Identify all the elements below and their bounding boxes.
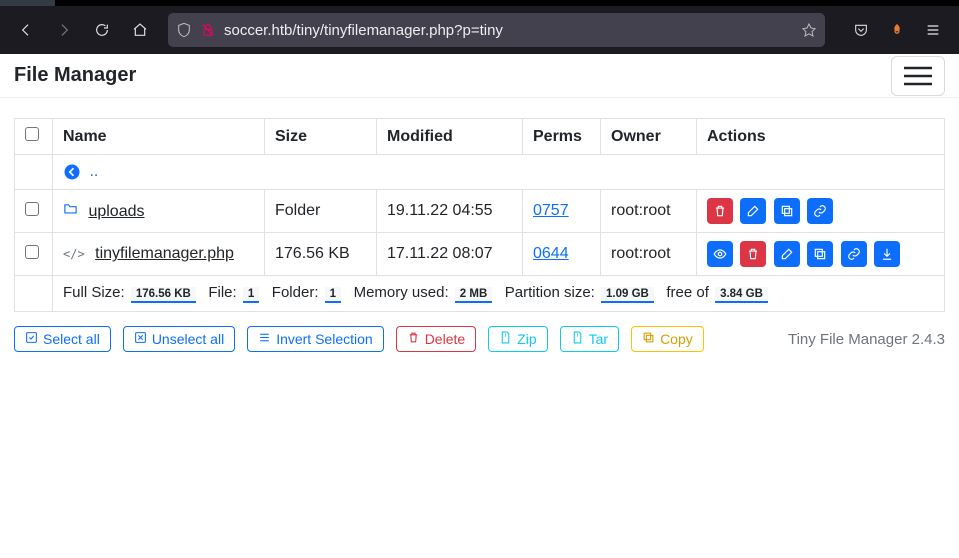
summary-folder-label: Folder: xyxy=(272,284,319,301)
parent-dir-label: .. xyxy=(89,163,98,180)
action-rename[interactable] xyxy=(774,241,800,267)
page-title: File Manager xyxy=(14,64,136,87)
delete-label: Delete xyxy=(425,331,465,347)
cell-size: Folder xyxy=(265,190,377,233)
invert-selection-label: Invert Selection xyxy=(276,331,373,347)
row-checkbox[interactable] xyxy=(25,202,39,216)
x-square-icon xyxy=(134,331,147,347)
action-view[interactable] xyxy=(707,241,733,267)
code-file-icon: </> xyxy=(63,247,85,261)
cell-owner: root:root xyxy=(601,190,697,233)
lock-insecure-icon xyxy=(200,22,216,38)
burp-extension-icon[interactable] xyxy=(881,14,913,46)
copy-label: Copy xyxy=(660,331,693,347)
summary-full-size-label: Full Size: xyxy=(63,284,125,301)
delete-button[interactable]: Delete xyxy=(396,326,476,352)
select-all-button[interactable]: Select all xyxy=(14,326,111,352)
select-all-header xyxy=(15,119,53,155)
summary-total: 3.84 GB xyxy=(715,287,768,303)
cell-modified: 17.11.22 08:07 xyxy=(377,233,523,276)
col-size[interactable]: Size xyxy=(265,119,377,155)
url-bar[interactable] xyxy=(168,13,825,47)
row-checkbox[interactable] xyxy=(25,245,39,259)
bulk-action-bar: Select all Unselect all Invert Selection… xyxy=(14,312,945,366)
cell-modified: 19.11.22 04:55 xyxy=(377,190,523,233)
summary-free-label: free of xyxy=(666,284,709,301)
cell-owner: root:root xyxy=(601,233,697,276)
forward-button[interactable] xyxy=(48,14,80,46)
url-input[interactable] xyxy=(224,22,793,39)
footer-note: Tiny File Manager 2.4.3 xyxy=(788,331,945,348)
file-name-link[interactable]: tinyfilemanager.php xyxy=(95,245,234,262)
col-actions: Actions xyxy=(697,119,945,155)
action-download[interactable] xyxy=(874,241,900,267)
summary-full-size: 176.56 KB xyxy=(131,287,196,303)
home-button[interactable] xyxy=(124,14,156,46)
parent-dir-row[interactable]: .. xyxy=(15,155,945,190)
action-copy[interactable] xyxy=(774,198,800,224)
cell-perms[interactable]: 0757 xyxy=(533,202,569,219)
summary-file-label: File: xyxy=(208,284,236,301)
tar-button[interactable]: Tar xyxy=(560,326,619,352)
summary-partition-label: Partition size: xyxy=(505,284,595,301)
nav-toggle-button[interactable] xyxy=(891,56,945,96)
trash-icon xyxy=(407,331,420,347)
file-name-link[interactable]: uploads xyxy=(88,203,144,220)
col-perms[interactable]: Perms xyxy=(523,119,601,155)
action-link[interactable] xyxy=(841,241,867,267)
unselect-all-button[interactable]: Unselect all xyxy=(123,326,235,352)
zip-button[interactable]: Zip xyxy=(488,326,547,352)
cell-perms[interactable]: 0644 xyxy=(533,245,569,262)
col-owner[interactable]: Owner xyxy=(601,119,697,155)
file-table: Name Size Modified Perms Owner Actions .… xyxy=(14,118,945,312)
summary-folder-count: 1 xyxy=(325,287,341,303)
folder-icon xyxy=(63,203,82,220)
copy-button[interactable]: Copy xyxy=(631,326,704,352)
summary-memory-label: Memory used: xyxy=(354,284,449,301)
zip-label: Zip xyxy=(517,331,536,347)
col-name[interactable]: Name xyxy=(53,119,265,155)
invert-selection-button[interactable]: Invert Selection xyxy=(247,326,384,352)
table-header-row: Name Size Modified Perms Owner Actions xyxy=(15,119,945,155)
summary-memory: 2 MB xyxy=(455,287,492,303)
reload-button[interactable] xyxy=(86,14,118,46)
select-all-checkbox[interactable] xyxy=(25,127,39,141)
app-menu-button[interactable] xyxy=(917,14,949,46)
arrow-left-circle-icon xyxy=(63,163,81,181)
page-navbar: File Manager xyxy=(0,54,959,98)
file-archive-icon xyxy=(499,331,512,347)
table-row: </> tinyfilemanager.php 176.56 KB 17.11.… xyxy=(15,233,945,276)
summary-row: Full Size: 176.56 KB File: 1 Folder: 1 M… xyxy=(15,276,945,312)
action-copy[interactable] xyxy=(807,241,833,267)
bookmark-star-icon[interactable] xyxy=(801,22,817,38)
list-icon xyxy=(258,331,271,347)
action-rename[interactable] xyxy=(740,198,766,224)
summary-file-count: 1 xyxy=(243,287,259,303)
summary-partition: 1.09 GB xyxy=(601,287,654,303)
file-archive-icon xyxy=(571,331,584,347)
cell-size: 176.56 KB xyxy=(265,233,377,276)
pocket-icon[interactable] xyxy=(845,14,877,46)
action-link[interactable] xyxy=(807,198,833,224)
action-delete[interactable] xyxy=(740,241,766,267)
col-modified[interactable]: Modified xyxy=(377,119,523,155)
check-square-icon xyxy=(25,331,38,347)
unselect-all-label: Unselect all xyxy=(152,331,224,347)
shield-icon xyxy=(176,22,192,38)
copy-icon xyxy=(642,331,655,347)
browser-toolbar xyxy=(0,6,959,54)
back-button[interactable] xyxy=(10,14,42,46)
tar-label: Tar xyxy=(589,331,608,347)
action-delete[interactable] xyxy=(707,198,733,224)
select-all-label: Select all xyxy=(43,331,100,347)
table-row: uploads Folder 19.11.22 04:55 0757 root:… xyxy=(15,190,945,233)
